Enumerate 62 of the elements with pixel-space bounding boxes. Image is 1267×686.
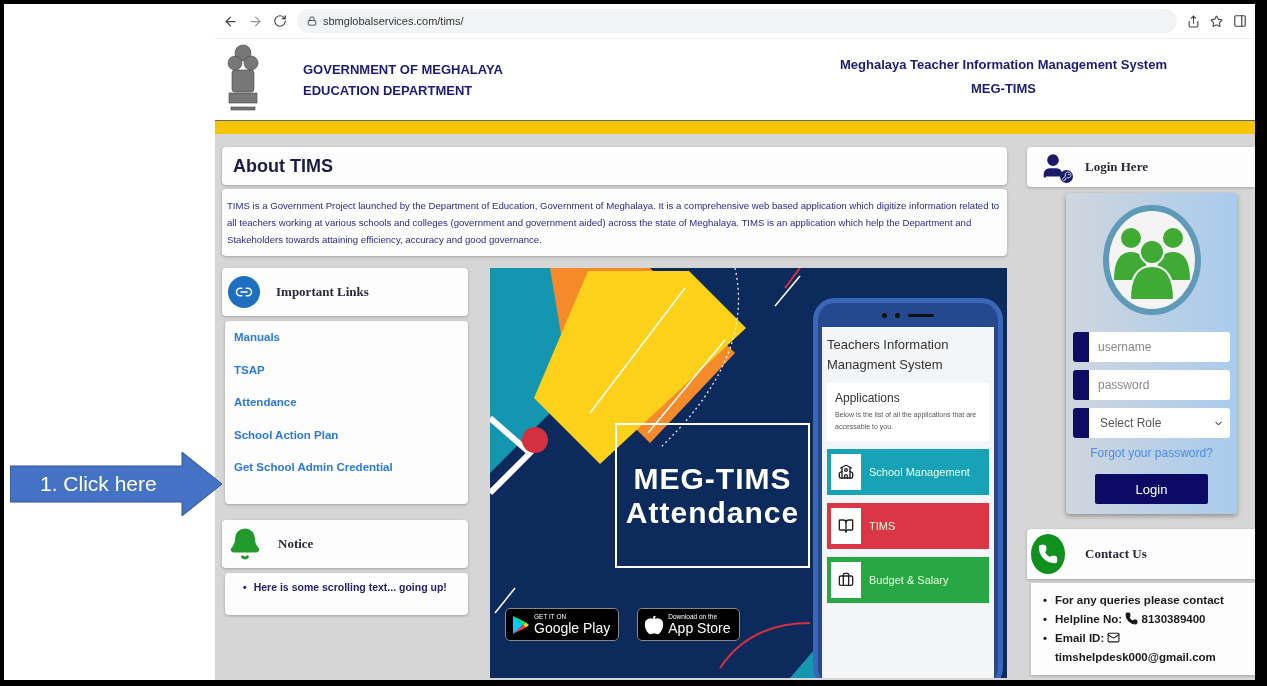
side-panel-icon[interactable]	[1233, 14, 1247, 28]
users-group-icon	[1101, 204, 1202, 316]
link-icon	[228, 276, 260, 308]
notice-item: Here is some scrolling text... going up!	[253, 580, 447, 593]
link[interactable]: TSAP	[234, 363, 459, 396]
forward-icon[interactable]	[248, 13, 263, 29]
login-button[interactable]: Login	[1095, 474, 1208, 504]
about-heading: About TIMS	[222, 147, 1007, 185]
contact-text: For any queries please contact	[1055, 594, 1224, 606]
phone-icon	[1031, 534, 1065, 574]
notice-heading: Notice	[278, 535, 314, 552]
password-field[interactable]: password	[1073, 370, 1230, 400]
line-shape	[494, 587, 516, 614]
bullet: •	[1043, 631, 1048, 646]
about-paragraph: TIMS is a Government Project launched by the Department of Education, Government of Meghalaya. It is a comprehensive web based application which digitize information related to all teachers working at various schools and colleges (government and government aided) across the state of Meghalaya. TIMS is an application which help the Department and Stakeholders towards attaining efficiency, accuracy and good governance.	[222, 189, 1007, 256]
bookmark-star-icon[interactable]	[1210, 14, 1223, 28]
email-label: Email ID:	[1055, 632, 1105, 644]
username-field[interactable]: username	[1073, 332, 1230, 362]
system-title: Meghalaya Teacher Information Management System	[839, 57, 1167, 72]
applications-heading: Applications	[835, 391, 901, 405]
book-icon	[838, 518, 854, 534]
bullet: •	[1043, 612, 1048, 627]
forgot-password-link[interactable]: Forgot your password?	[1090, 446, 1213, 460]
bell-icon	[228, 526, 262, 561]
contact-heading: Contact Us	[1085, 546, 1147, 562]
link[interactable]: Attendance	[234, 396, 459, 429]
address-bar[interactable]: sbmglobalservices.com/tims/	[297, 9, 1177, 33]
app-tile-label: Budget & Salary	[869, 574, 949, 586]
banner-title: MEG-TIMS	[633, 461, 792, 496]
links-heading: Important Links	[276, 284, 369, 300]
login-heading: Login Here	[1085, 159, 1148, 175]
bullet: •	[1043, 593, 1048, 608]
apple-icon	[644, 614, 665, 635]
organisation-name: EDUCATION DEPARTMENT	[303, 82, 474, 98]
link[interactable]: School Action Plan	[234, 428, 459, 461]
organisation-name: GOVERNMENT OF MEGHALAYA	[303, 61, 503, 77]
telephone-icon	[1125, 612, 1139, 625]
helpline-number: 8130389400	[1141, 613, 1206, 625]
banner-title: Attendance	[625, 495, 800, 530]
briefcase-icon	[838, 572, 854, 588]
share-icon[interactable]	[1187, 14, 1200, 28]
phone-app-title: Teachers Information Managment System	[827, 336, 950, 374]
app-tile-label: School Management	[869, 466, 970, 478]
reload-icon[interactable]	[273, 14, 287, 28]
badge-store-name: App Store	[668, 620, 731, 635]
lock-icon	[307, 16, 317, 26]
bullet: •	[243, 580, 247, 593]
link[interactable]: Get School Admin Credential	[234, 461, 459, 494]
link[interactable]: Manuals	[234, 331, 459, 364]
callout-text: 1. Click here	[40, 472, 157, 496]
url-text: sbmglobalservices.com/tims/	[323, 15, 464, 27]
play-store-icon	[512, 614, 530, 635]
badge-store-name: Google Play	[534, 620, 611, 635]
helpline-label: Helpline No:	[1055, 613, 1123, 625]
system-short-name: MEG-TIMS	[971, 81, 1036, 96]
role-select[interactable]: Select Role	[1073, 408, 1230, 438]
app-tile-label: TIMS	[869, 520, 896, 532]
circle-shape	[522, 427, 548, 453]
school-icon	[838, 464, 854, 480]
email-address: timshelpdesk000@gmail.com	[1055, 651, 1216, 663]
back-icon[interactable]	[223, 13, 238, 29]
envelope-icon	[1107, 631, 1121, 644]
